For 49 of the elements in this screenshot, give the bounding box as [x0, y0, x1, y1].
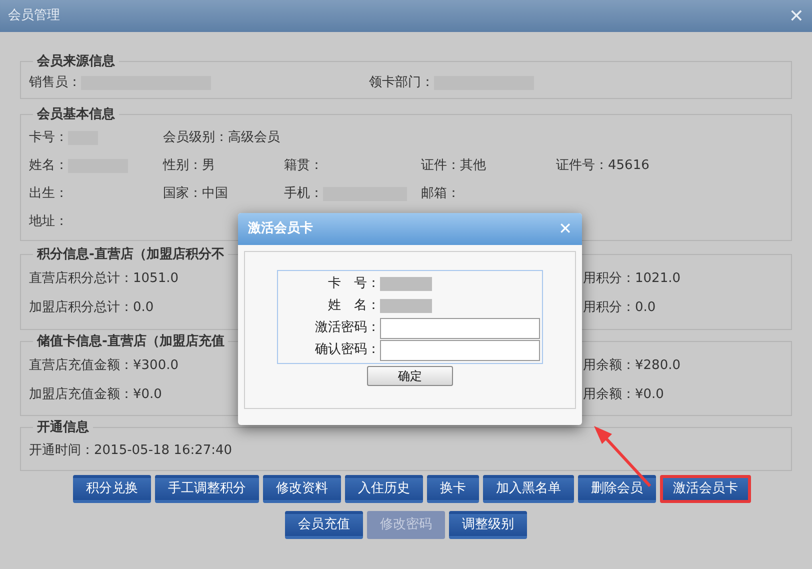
- field-label: 籍贯：: [284, 157, 323, 176]
- section-title: 积分信息-直营店（加盟店积分不: [36, 246, 226, 264]
- info-text: 用积分：1021.0: [583, 270, 680, 288]
- field-label: 证件号：45616: [556, 157, 650, 176]
- action-button[interactable]: 修改资料: [263, 474, 341, 502]
- info-text: 加盟店积分总计：0.0: [29, 300, 154, 316]
- action-button[interactable]: 换卡: [427, 474, 479, 502]
- section-title: 开通信息: [36, 419, 90, 437]
- field-label: 姓名：: [29, 157, 68, 176]
- info-text: 加盟店充值金额：¥0.0: [29, 386, 162, 402]
- section-title: 储值卡信息-直营店（加盟店充值: [36, 332, 226, 350]
- action-button[interactable]: 入住历史: [345, 474, 423, 502]
- field-label: 卡号：: [29, 129, 68, 148]
- field-label: 激活密码：: [314, 319, 380, 338]
- field-label: 销售员：: [29, 74, 81, 92]
- redacted-value: [380, 299, 432, 313]
- field-label: 国家：中国: [163, 185, 228, 204]
- field-label: 性别：男: [163, 157, 215, 176]
- field-label: 地址：: [29, 213, 68, 232]
- action-button[interactable]: 加入黑名单: [483, 474, 574, 502]
- info-text: 用积分：0.0: [583, 299, 656, 318]
- action-button[interactable]: 删除会员: [578, 474, 656, 502]
- field-label: 姓 名：: [327, 297, 380, 316]
- window-title: 会员管理: [8, 7, 60, 26]
- info-text: 用余额：¥0.0: [583, 386, 664, 404]
- action-button[interactable]: 积分兑换: [73, 474, 151, 502]
- info-text: 开通时间：2015-05-18 16:27:40: [29, 442, 232, 460]
- action-button[interactable]: 会员充值: [285, 510, 363, 538]
- info-text: 直营店积分总计：1051.0: [29, 271, 178, 286]
- action-button[interactable]: 手工调整积分: [155, 474, 259, 502]
- field-label: 会员级别：高级会员: [163, 129, 280, 148]
- field-label: 手机：: [284, 185, 323, 204]
- redacted-value: [380, 277, 432, 291]
- info-text: 用余额：¥280.0: [583, 356, 680, 375]
- section-title: 会员来源信息: [36, 53, 116, 71]
- field-label: 确认密码：: [314, 341, 380, 360]
- info-text: 直营店充值金额：¥300.0: [29, 358, 178, 373]
- action-button[interactable]: 激活会员卡: [660, 474, 751, 502]
- password-field[interactable]: [380, 318, 540, 338]
- dialog-title: 激活会员卡: [248, 220, 313, 238]
- field-label: 证件：其他: [421, 157, 486, 176]
- section-title: 会员基本信息: [36, 106, 116, 124]
- field-label: 出生：: [29, 185, 68, 204]
- field-label: 卡 号：: [327, 275, 380, 294]
- confirm-button[interactable]: 确定: [367, 366, 453, 386]
- field-label: 邮箱：: [421, 185, 460, 204]
- action-button[interactable]: 调整级别: [449, 510, 527, 538]
- password-field[interactable]: [380, 340, 540, 360]
- field-label: 领卡部门：: [369, 74, 434, 92]
